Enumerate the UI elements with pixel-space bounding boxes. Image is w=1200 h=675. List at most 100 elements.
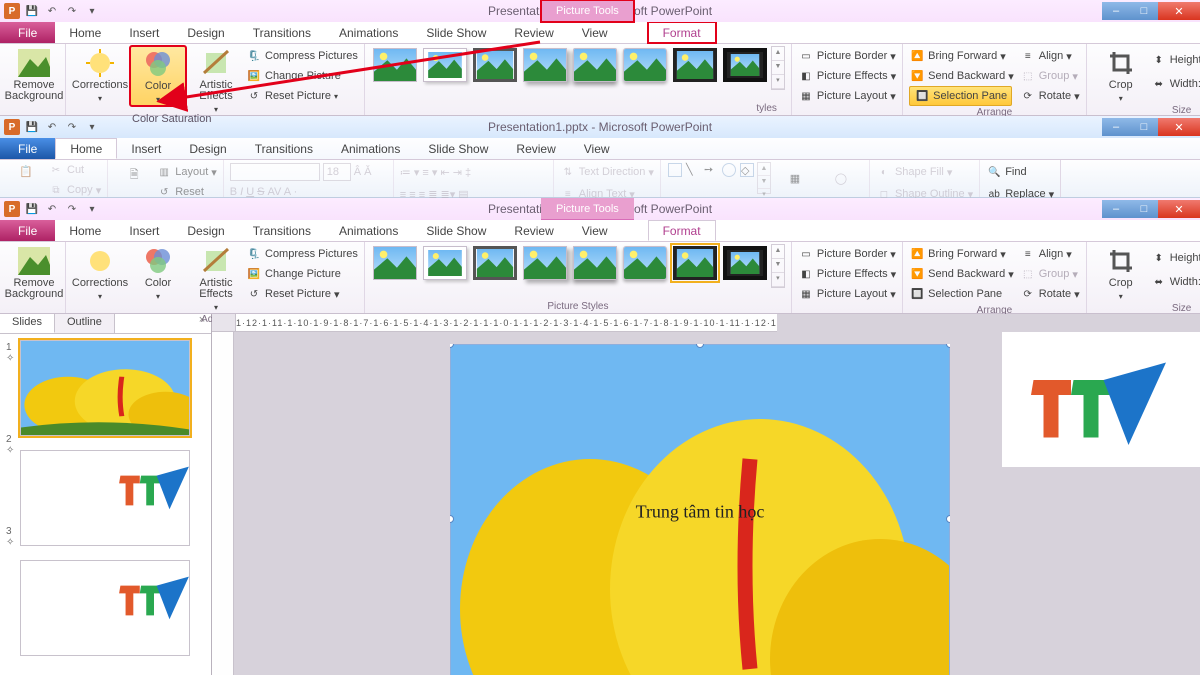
app-icon-2: P xyxy=(4,119,20,135)
picture-border-button[interactable]: ▭Picture Border ▾ xyxy=(798,46,896,66)
close-button[interactable]: ✕ xyxy=(1158,2,1200,20)
new-slide-button[interactable]: 🗎 xyxy=(114,162,154,186)
copy-button: ⧉Copy ▾ xyxy=(48,180,101,200)
rotate-button[interactable]: ⟳Rotate ▾ xyxy=(1020,86,1080,106)
qat-undo-icon[interactable]: ↶ xyxy=(44,201,60,217)
remove-background-button[interactable]: Remove Background xyxy=(6,46,62,102)
tab-file[interactable]: File xyxy=(0,220,55,241)
change-picture-button[interactable]: 🖼️Change Picture xyxy=(246,264,358,284)
width-field[interactable]: ⬌Width: 25.4 cm▴▾ xyxy=(1151,272,1200,292)
minimize-button[interactable]: – xyxy=(1102,118,1130,136)
slide-numbers: 1✧2✧3✧ xyxy=(6,340,20,669)
maximize-button[interactable]: □ xyxy=(1130,200,1158,218)
bring-forward-button[interactable]: 🔼Bring Forward ▾ xyxy=(909,244,1014,264)
slide-thumb-3[interactable] xyxy=(20,560,190,656)
crop-button[interactable]: Crop▾ xyxy=(1093,244,1149,302)
para-row1: ≔ ▾ ≡ ▾ ⇤ ⇥ ‡ xyxy=(400,162,471,182)
tab-insert[interactable]: Insert xyxy=(117,138,175,159)
horizontal-ruler: 1·12·1·11·1·10·1·9·1·8·1·7·1·6·1·5·1·4·1… xyxy=(236,314,777,332)
qat-more-icon[interactable]: ▾ xyxy=(84,119,100,135)
tab-animations[interactable]: Animations xyxy=(327,138,414,159)
minimize-button[interactable]: – xyxy=(1102,200,1130,218)
close-button[interactable]: ✕ xyxy=(1158,118,1200,136)
qat-redo-icon[interactable]: ↷ xyxy=(64,3,80,19)
qat-save-icon[interactable]: 💾 xyxy=(24,119,40,135)
minimize-button[interactable]: – xyxy=(1102,2,1130,20)
tab-view[interactable]: View xyxy=(568,220,622,241)
crop-button[interactable]: Crop▾ xyxy=(1093,46,1149,104)
qat-more-icon[interactable]: ▾ xyxy=(84,201,100,217)
remove-background-button[interactable]: Remove Background xyxy=(6,244,62,300)
picture-effects-button[interactable]: ◧Picture Effects ▾ xyxy=(798,264,896,284)
layout-button[interactable]: ▥Layout ▾ xyxy=(156,162,217,182)
selected-picture[interactable]: Trung tâm tin học xyxy=(450,344,950,675)
tab-animations[interactable]: Animations xyxy=(325,220,412,241)
slide-thumb-2[interactable] xyxy=(20,450,190,546)
gallery-scroll[interactable]: ▲▼▾ xyxy=(771,46,785,90)
quick-styles-button: ◯ xyxy=(819,162,863,194)
align-button[interactable]: ≡Align ▾ xyxy=(1020,46,1080,66)
qat-undo-icon[interactable]: ↶ xyxy=(44,3,60,19)
bring-forward-button[interactable]: 🔼Bring Forward ▾ xyxy=(909,46,1014,66)
picture-effects-button[interactable]: ◧Picture Effects ▾ xyxy=(798,66,896,86)
ribbon-tabs-3: File Home Insert Design Transitions Anim… xyxy=(0,220,1200,242)
tab-slideshow[interactable]: Slide Show xyxy=(414,138,502,159)
maximize-button[interactable]: □ xyxy=(1130,118,1158,136)
tab-insert[interactable]: Insert xyxy=(115,220,173,241)
tab-transitions[interactable]: Transitions xyxy=(241,138,327,159)
width-field[interactable]: ⬌Width: 25.4 cm▴▾ xyxy=(1151,74,1200,94)
color-button[interactable]: Color▾ xyxy=(130,244,186,302)
slide-thumb-1[interactable] xyxy=(20,340,190,436)
gallery-scroll[interactable]: ▲▼▾ xyxy=(771,244,785,288)
maximize-button[interactable]: □ xyxy=(1130,2,1158,20)
picture-styles-gallery[interactable]: ▲▼▾ xyxy=(371,244,785,288)
tab-review[interactable]: Review xyxy=(500,220,567,241)
rotate-button[interactable]: ⟳Rotate ▾ xyxy=(1020,284,1080,304)
selection-pane-button[interactable]: 🔲Selection Pane xyxy=(909,86,1014,106)
qat-save-icon[interactable]: 💾 xyxy=(24,201,40,217)
picture-layout-button[interactable]: ▦Picture Layout ▾ xyxy=(798,86,896,106)
shape-fill-button: ◐Shape Fill ▾ xyxy=(876,162,952,182)
reset-picture-button[interactable]: ↺Reset Picture ▾ xyxy=(246,284,358,304)
tab-format[interactable]: Format xyxy=(648,220,716,241)
align-button[interactable]: ≡Align ▾ xyxy=(1020,244,1080,264)
tab-home[interactable]: Home xyxy=(55,138,117,159)
qat-save-icon[interactable]: 💾 xyxy=(24,3,40,19)
height-field[interactable]: ⬍Height: 19.05 cm▴▾ xyxy=(1151,50,1200,70)
compress-pictures-button[interactable]: 🗜️Compress Pictures xyxy=(246,244,358,264)
corrections-button[interactable]: Corrections▾ xyxy=(72,244,128,302)
corrections-button[interactable]: Corrections▾ xyxy=(72,46,128,104)
qat-redo-icon[interactable]: ↷ xyxy=(64,201,80,217)
tab-format[interactable]: Format xyxy=(648,22,716,43)
tab-review[interactable]: Review xyxy=(502,138,569,159)
picture-layout-button[interactable]: ▦Picture Layout ▾ xyxy=(798,284,896,304)
selection-pane-button[interactable]: 🔲Selection Pane xyxy=(909,284,1014,304)
tab-file[interactable]: File xyxy=(0,138,55,159)
qat-undo-icon[interactable]: ↶ xyxy=(44,119,60,135)
paste-button: 📋 xyxy=(6,160,46,182)
qat-more-icon[interactable]: ▾ xyxy=(84,3,100,19)
height-field[interactable]: ⬍Height: 19.05 cm▴▾ xyxy=(1151,248,1200,268)
find-button[interactable]: 🔍Find xyxy=(986,162,1026,182)
tab-design[interactable]: Design xyxy=(175,138,240,159)
tab-view[interactable]: View xyxy=(568,22,622,43)
window-3: P 💾 ↶ ↷ ▾ Presentation1.pptx - Microsoft… xyxy=(0,198,1200,675)
tab-transitions[interactable]: Transitions xyxy=(239,220,325,241)
picture-border-button[interactable]: ▭Picture Border ▾ xyxy=(798,244,896,264)
tab-slideshow[interactable]: Slide Show xyxy=(412,220,500,241)
tab-home[interactable]: Home xyxy=(55,220,115,241)
tab-file[interactable]: File xyxy=(0,22,55,43)
slides-tab[interactable]: Slides xyxy=(0,314,55,333)
tab-view[interactable]: View xyxy=(570,138,624,159)
tab-home[interactable]: Home xyxy=(55,22,115,43)
artistic-effects-button[interactable]: Artistic Effects▾ xyxy=(188,244,244,313)
arrange-button[interactable]: ▦ xyxy=(773,162,817,194)
close-button[interactable]: ✕ xyxy=(1158,200,1200,218)
send-backward-button[interactable]: 🔽Send Backward ▾ xyxy=(909,66,1014,86)
qat-redo-icon[interactable]: ↷ xyxy=(64,119,80,135)
send-backward-button[interactable]: 🔽Send Backward ▾ xyxy=(909,264,1014,284)
picture-tools-context: Picture Tools xyxy=(541,0,634,22)
tab-design[interactable]: Design xyxy=(173,220,238,241)
shapes-gallery[interactable]: ╲➙ ◇ ▲▼▾ ▦ ◯ xyxy=(667,162,863,194)
group-button: ⬚Group ▾ xyxy=(1020,264,1080,284)
